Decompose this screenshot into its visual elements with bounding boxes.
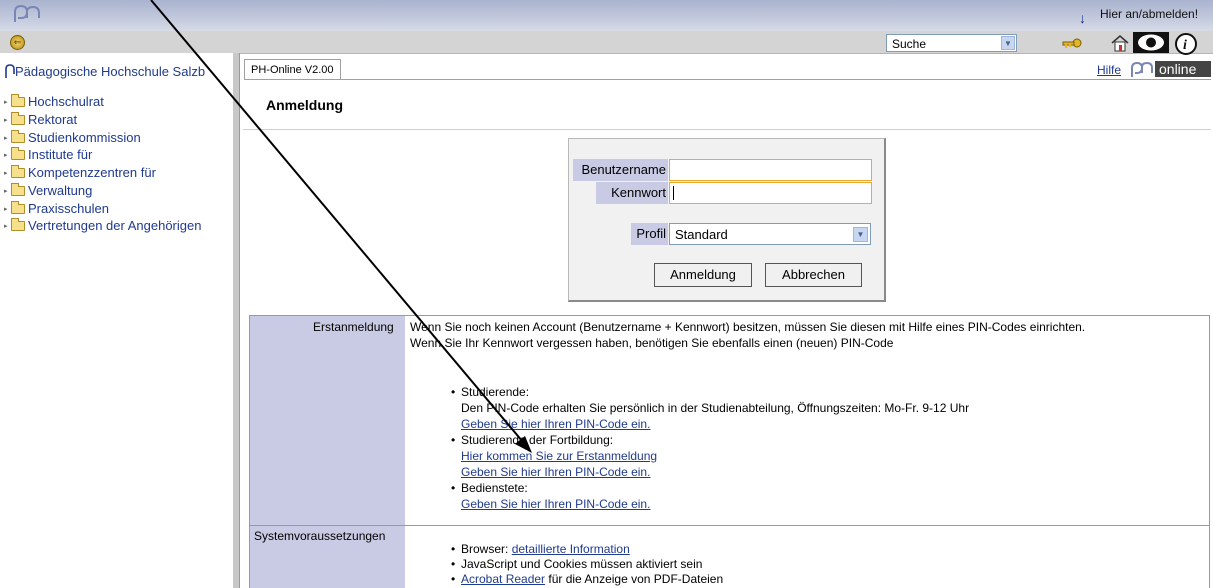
sidebar-item-label: Rektorat [28,112,78,127]
username-field[interactable] [669,159,872,181]
search-select[interactable]: Suche ▼ [886,34,1017,52]
page-title: Anmeldung [266,97,343,113]
password-label: Kennwort [596,182,668,204]
row-divider [250,525,1209,526]
pin-code-link[interactable]: Geben Sie hier Ihren PIN-Code ein. [461,497,650,511]
javascript-line: JavaScript und Cookies müssen aktiviert … [461,557,703,571]
down-arrow-icon: ↓ [1079,10,1086,26]
browser-line: Browser: detaillierte Information [461,542,630,556]
ph-logo-icon[interactable] [12,4,42,27]
sidebar-item-label: Kompetenzzentren für [28,165,156,180]
group-fortbildung-title: Studierende der Fortbildung: [461,433,614,447]
expand-icon[interactable]: ▸ [4,187,10,195]
bullet: • [451,572,456,586]
profile-select-value: Standard [675,227,728,242]
erstanmeldung-label: Erstanmeldung [313,320,394,334]
expand-icon[interactable]: ▸ [4,116,10,124]
bullet: • [451,433,456,447]
browser-prefix: Browser: [461,542,512,556]
folder-icon [11,164,25,178]
sidebar-title[interactable]: Pädagogische Hochschule Salzb [5,64,231,79]
svg-text:i: i [1183,38,1187,53]
chevron-down-icon[interactable]: ▼ [853,227,868,242]
sidebar-item-institute[interactable]: ▸ Institute für [4,146,93,162]
group-studierende-text: Den PIN-Code erhalten Sie persönlich in … [461,401,970,415]
folder-icon [11,93,25,107]
ph-online-logo: online [1130,60,1212,81]
sidebar-item-praxisschulen[interactable]: ▸ Praxisschulen [4,200,109,216]
bullet: • [451,557,456,571]
sidebar-item-hochschulrat[interactable]: ▸ Hochschulrat [4,93,104,109]
page-header [243,80,1211,130]
tab-ph-online[interactable]: PH-Online V2.00 [244,59,341,80]
home-icon[interactable] [1110,33,1130,53]
sidebar-splitter[interactable] [233,53,240,588]
sidebar-item-rektorat[interactable]: ▸ Rektorat [4,111,78,127]
expand-icon[interactable]: ▸ [4,98,10,106]
search-select-value: Suche [892,37,927,51]
expand-icon[interactable]: ▸ [4,169,10,177]
sidebar-item-label: Verwaltung [28,183,93,198]
sidebar-item-label: Praxisschulen [28,201,109,216]
cancel-button[interactable]: Abbrechen [765,263,862,287]
logo-text: online [1159,61,1197,77]
help-link[interactable]: Hilfe [1097,63,1121,77]
browser-info-link[interactable]: detaillierte Information [512,542,630,556]
expand-icon[interactable]: ▸ [4,134,10,142]
eye-icon[interactable] [1133,32,1169,53]
info-label-column [250,316,405,588]
sidebar-item-verwaltung[interactable]: ▸ Verwaltung [4,182,93,198]
folder-icon [11,111,25,125]
pin-code-link[interactable]: Geben Sie hier Ihren PIN-Code ein. [461,417,650,431]
login-button[interactable]: Anmeldung [654,263,752,287]
collapse-menu-icon[interactable]: ⇐ [10,35,25,50]
login-logout-link[interactable]: Hier an/abmelden! [1100,7,1198,21]
intro-line-2: Wenn Sie Ihr Kennwort vergessen haben, b… [410,336,894,350]
key-icon[interactable] [1061,33,1082,53]
profile-label: Profil [631,223,668,245]
systemvoraussetzungen-label: Systemvoraussetzungen [254,529,386,543]
acrobat-suffix: für die Anzeige von PDF-Dateien [545,572,724,586]
sidebar-item-studienkommission[interactable]: ▸ Studienkommission [4,129,141,145]
sidebar-item-label: Vertretungen der Angehörigen [28,218,202,233]
folder-icon [11,217,25,231]
bullet: • [451,481,456,495]
folder-icon [11,200,25,214]
expand-icon[interactable]: ▸ [4,222,10,230]
sidebar-item-label: Hochschulrat [28,94,104,109]
folder-icon [11,182,25,196]
intro-line-1: Wenn Sie noch keinen Account (Benutzerna… [410,320,1086,334]
username-label: Benutzername [573,159,668,181]
folder-icon [11,129,25,143]
sidebar-item-label: Studienkommission [28,130,141,145]
sidebar-item-vertretungen[interactable]: ▸ Vertretungen der Angehörigen [4,217,202,233]
expand-icon[interactable]: ▸ [4,151,10,159]
acrobat-reader-link[interactable]: Acrobat Reader [461,572,545,586]
toolbar [0,31,1213,54]
profile-select[interactable]: Standard ▼ [669,223,871,245]
bullet: • [451,542,456,556]
erstanmeldung-link[interactable]: Hier kommen Sie zur Erstanmeldung [461,449,657,463]
pin-code-link[interactable]: Geben Sie hier Ihren PIN-Code ein. [461,465,650,479]
password-field[interactable] [669,182,872,204]
chevron-down-icon[interactable]: ▼ [1001,36,1015,50]
group-bedienstete-title: Bedienstete: [461,481,528,495]
group-studierende-title: Studierende: [461,385,530,399]
info-icon[interactable]: i [1175,33,1197,55]
acrobat-line: Acrobat Reader für die Anzeige von PDF-D… [461,572,723,586]
expand-icon[interactable]: ▸ [4,205,10,213]
sidebar-title-text: Pädagogische Hochschule Salzb [15,64,206,79]
bullet: • [451,385,456,399]
top-bar [0,0,1213,31]
folder-icon [11,146,25,160]
sidebar-item-label: Institute für [28,147,93,162]
text-cursor [673,186,674,200]
sidebar-item-kompetenzzentren[interactable]: ▸ Kompetenzzentren für [4,164,156,180]
